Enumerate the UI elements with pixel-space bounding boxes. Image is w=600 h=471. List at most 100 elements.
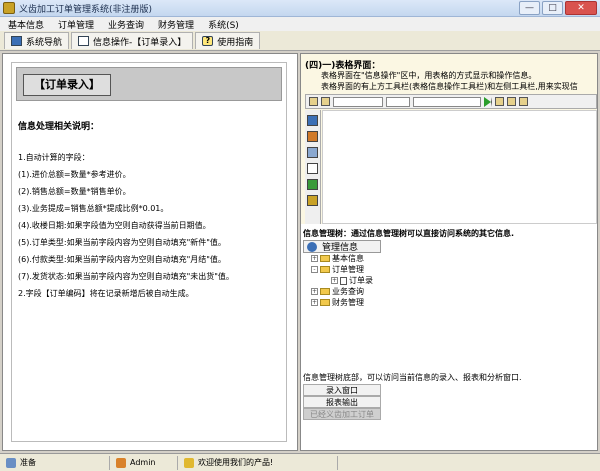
instruction-line: 1.自动计算的字段： xyxy=(18,153,90,162)
entry-window-button[interactable]: 录入窗口 xyxy=(303,384,381,396)
instructions-pane: 【订单录入】 信息处理相关说明： 1.自动计算的字段： (1).进价总额=数量*… xyxy=(2,53,298,451)
title-bar: 义齿加工订单管理系统(非注册版) — □ ✕ xyxy=(0,0,600,17)
tree-item-label: 业务查询 xyxy=(332,287,364,296)
maximize-button[interactable]: □ xyxy=(542,1,563,15)
folder-icon xyxy=(320,299,330,306)
tab-user-guide[interactable]: ? 使用指南 xyxy=(195,32,261,49)
instruction-list: 1.自动计算的字段： (1).进价总额=数量*参考进价。 (2).销售总额=数量… xyxy=(18,149,284,302)
menu-business-query[interactable]: 业务查询 xyxy=(108,18,144,31)
status-user-label: Admin xyxy=(130,458,156,467)
tools-icon[interactable] xyxy=(307,131,318,142)
window-list: 录入窗口 报表输出 已经义齿加工订单 xyxy=(303,384,381,420)
status-bar: 准备 Admin 欢迎使用我们的产品! xyxy=(0,453,600,471)
section-title: 信息处理相关说明： xyxy=(18,122,100,132)
tab-label: 使用指南 xyxy=(217,37,254,48)
value-select[interactable] xyxy=(413,96,481,107)
tree-item-label: 基本信息 xyxy=(332,254,364,263)
tree-item-label: 订单管理 xyxy=(332,265,364,274)
analysis-window-button[interactable]: 已经义齿加工订单 xyxy=(303,408,381,420)
instruction-line: (5).订单类型:如果当前字段内容为空则自动填充"新件"值。 xyxy=(18,238,226,247)
play-icon[interactable] xyxy=(484,96,492,107)
page-title: 【订单录入】 xyxy=(23,74,111,96)
status-user: Admin xyxy=(110,455,178,470)
user-icon xyxy=(116,457,126,468)
help-icon: ? xyxy=(202,36,214,46)
status-welcome: 欢迎使用我们的产品! xyxy=(178,455,338,470)
tab-label: 信息操作-【订单录入】 xyxy=(93,37,187,48)
instruction-line: (4).收楼日期:如果字段值为空则自动获得当前日期值。 xyxy=(18,221,211,230)
search-icon[interactable] xyxy=(507,97,516,106)
menu-finance[interactable]: 财务管理 xyxy=(158,18,194,31)
document-icon[interactable] xyxy=(307,163,318,174)
window-controls: — □ ✕ xyxy=(519,1,597,15)
tree-item-label: 订单录 xyxy=(349,276,373,285)
tab-system-nav[interactable]: 系统导航 xyxy=(4,32,70,49)
folder-open-icon xyxy=(320,266,330,273)
export-icon[interactable] xyxy=(519,97,528,106)
status-welcome-label: 欢迎使用我们的产品! xyxy=(198,458,274,467)
app-icon xyxy=(3,2,15,14)
info-icon xyxy=(78,36,90,46)
find-icon[interactable] xyxy=(495,97,504,106)
sample-grid xyxy=(322,110,597,224)
sample-table-toolbar xyxy=(305,94,597,109)
tree-bottom-description: 信息管理树底部，可以访问当前信息的录入、报表和分析窗口. xyxy=(303,373,522,382)
tab-label: 系统导航 xyxy=(26,37,63,48)
folder-icon xyxy=(320,288,330,295)
tree-item-finance[interactable]: + 财务管理 xyxy=(303,297,381,308)
expand-icon[interactable]: + xyxy=(311,255,318,262)
document-icon xyxy=(340,276,347,285)
ready-icon xyxy=(6,457,16,468)
welcome-icon xyxy=(184,457,194,468)
grid-icon[interactable] xyxy=(307,115,318,126)
management-tree: 管理信息 + 基本信息 - 订单管理 + 订单录 + 业务查询 + 财务管理 xyxy=(303,240,381,368)
instruction-line: (6).付款类型:如果当前字段内容为空则自动填充"月结"值。 xyxy=(18,255,226,264)
tree-header-label: 管理信息 xyxy=(322,243,359,253)
collapse-icon[interactable]: - xyxy=(311,266,318,273)
tree-item-basic-info[interactable]: + 基本信息 xyxy=(303,253,381,264)
user-icon[interactable] xyxy=(307,195,318,206)
instruction-line: (1).进价总额=数量*参考进价。 xyxy=(18,170,131,179)
close-button[interactable]: ✕ xyxy=(565,1,597,15)
expand-icon[interactable]: + xyxy=(331,277,338,284)
instruction-line: (3).业务提成=销售总额*提成比例*0.01。 xyxy=(18,204,169,213)
report-output-button[interactable]: 报表输出 xyxy=(303,396,381,408)
guide-line: 表格界面在"信息操作"区中，用表格的方式显示和操作信息。 xyxy=(321,71,537,80)
filter-icon[interactable] xyxy=(321,97,330,106)
instruction-line: (2).销售总额=数量*销售单价。 xyxy=(18,187,131,196)
tree-item-order-management[interactable]: - 订单管理 xyxy=(303,264,381,275)
instruction-line: (7).发货状态:如果当前字段内容为空则自动填充"未出货"值。 xyxy=(18,272,234,281)
table-guide-section: (四)一)表格界面： 表格界面在"信息操作"区中，用表格的方式显示和操作信息。 … xyxy=(301,54,597,224)
menu-system[interactable]: 系统(S) xyxy=(208,18,239,31)
guide-line: 表格界面的有上方工具栏(表格信息操作工具栏)和左侧工具栏,用来实现信 xyxy=(321,82,578,91)
guide-pane: (四)一)表格界面： 表格界面在"信息操作"区中，用表格的方式显示和操作信息。 … xyxy=(300,53,598,451)
field-select[interactable] xyxy=(333,96,383,107)
menu-order-management[interactable]: 订单管理 xyxy=(58,18,94,31)
folder-icon xyxy=(320,255,330,262)
operator-select[interactable] xyxy=(386,96,410,107)
tree-header[interactable]: 管理信息 xyxy=(303,240,381,253)
pencil-icon[interactable] xyxy=(309,97,318,106)
minimize-button[interactable]: — xyxy=(519,1,540,15)
menu-bar: 基本信息 订单管理 业务查询 财务管理 系统(S) xyxy=(0,17,600,31)
expand-icon[interactable]: + xyxy=(311,288,318,295)
excel-icon[interactable] xyxy=(307,179,318,190)
instruction-line: 2.字段【订单编码】将在记录新增后被自动生成。 xyxy=(18,289,194,298)
form-icon[interactable] xyxy=(307,147,318,158)
tab-info-operation[interactable]: 信息操作-【订单录入】 xyxy=(71,32,194,49)
expand-icon[interactable]: + xyxy=(311,299,318,306)
window-title: 义齿加工订单管理系统(非注册版) xyxy=(19,4,153,15)
tree-item-order-entry[interactable]: + 订单录 xyxy=(303,275,381,286)
instructions-header: 【订单录入】 xyxy=(16,67,282,101)
sample-side-toolbar xyxy=(305,110,321,224)
back-icon[interactable] xyxy=(307,241,317,252)
tree-description: 信息管理树：通过信息管理树可以直接访问系统的其它信息. xyxy=(303,229,515,238)
nav-icon xyxy=(11,36,22,46)
menu-basic-info[interactable]: 基本信息 xyxy=(8,18,44,31)
tree-item-business-query[interactable]: + 业务查询 xyxy=(303,286,381,297)
instructions-frame: 【订单录入】 信息处理相关说明： 1.自动计算的字段： (1).进价总额=数量*… xyxy=(11,62,287,442)
status-ready: 准备 xyxy=(0,455,110,470)
tree-item-label: 财务管理 xyxy=(332,298,364,307)
status-ready-label: 准备 xyxy=(20,458,36,467)
tab-bar: 系统导航 信息操作-【订单录入】 ? 使用指南 xyxy=(0,31,600,51)
